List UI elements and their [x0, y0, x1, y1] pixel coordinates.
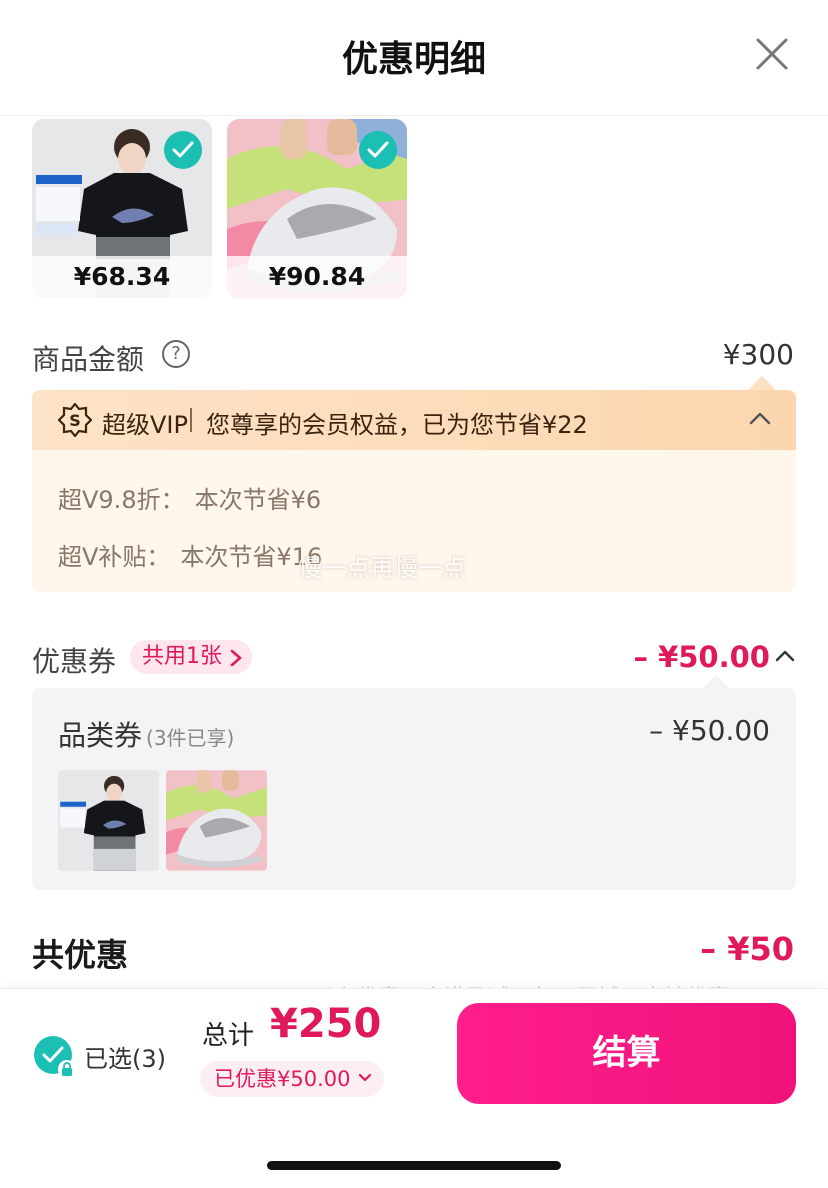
- coupon-count-text: 共用1张: [142, 644, 222, 669]
- coupon-type-title: 品类券: [58, 719, 143, 752]
- grand-total-label: 总计: [202, 1021, 255, 1051]
- product-image-sneaker: [166, 770, 267, 871]
- goods-amount-value: ¥300: [722, 338, 794, 371]
- vip-badge-icon: S: [58, 403, 92, 437]
- vip-discount-line: 超V9.8折： 本次节省¥6: [58, 480, 321, 515]
- checkout-bar: 已选(3) 总计 ¥250 已优惠¥50.00 结算: [0, 988, 828, 1188]
- total-discount-amount: – ¥50: [700, 930, 794, 968]
- vip-subsidy-line: 超V补贴： 本次节省¥16: [58, 537, 322, 572]
- total-discount-label: 共优惠: [32, 936, 129, 974]
- coupon-type-amount: – ¥50.00: [649, 714, 770, 747]
- lock-icon: [58, 1060, 76, 1078]
- coupon-label: 优惠券: [32, 645, 117, 678]
- checkout-button[interactable]: 结算: [457, 1003, 796, 1104]
- vip-pointer: [748, 376, 776, 390]
- discount-summary-pill[interactable]: 已优惠¥50.00: [200, 1061, 385, 1097]
- vip-header[interactable]: S 超级VIP 您尊享的会员权益，已为您节省¥22: [32, 390, 796, 450]
- coupon-amount: – ¥50.00: [633, 640, 770, 674]
- vip-line-label: 超V9.8折：: [58, 486, 185, 514]
- page-title: 优惠明细: [341, 39, 486, 80]
- product-image-tshirt: [58, 770, 159, 871]
- coupon-pointer: [703, 675, 729, 688]
- product-card-sneaker[interactable]: ¥90.84: [227, 119, 407, 298]
- product-price: ¥90.84: [227, 256, 407, 298]
- watermark-text: 慢一点再慢一点: [298, 554, 466, 582]
- selected-count: 已选(3): [84, 1045, 166, 1073]
- coupon-type-subtitle: (3件已享): [146, 726, 235, 750]
- svg-text:S: S: [69, 411, 81, 430]
- coupon-detail-panel: 品类券 (3件已享) – ¥50.00: [32, 688, 796, 890]
- help-icon[interactable]: ?: [162, 340, 190, 368]
- coupon-type: 品类券 (3件已享): [58, 714, 234, 754]
- coupon-count-tag[interactable]: 共用1张: [130, 640, 252, 674]
- vip-line-value: 本次节省¥6: [194, 486, 322, 514]
- select-all-checkbox[interactable]: [34, 1036, 76, 1078]
- product-card-tshirt[interactable]: ¥68.34: [32, 119, 212, 298]
- chevron-down-icon: [359, 1073, 372, 1082]
- vip-message: 您尊享的会员权益，已为您节省¥22: [206, 411, 588, 439]
- chevron-up-icon[interactable]: [774, 648, 796, 664]
- selected-check-icon: [359, 131, 397, 169]
- coupon-product-thumb: [166, 770, 267, 871]
- selected-check-icon: [164, 131, 202, 169]
- coupon-product-thumb: [58, 770, 159, 871]
- vip-name: 超级VIP: [102, 411, 188, 439]
- home-indicator: [267, 1161, 561, 1170]
- chevron-up-icon[interactable]: [748, 410, 772, 426]
- product-price: ¥68.34: [32, 256, 212, 298]
- chevron-right-icon: [230, 649, 242, 667]
- close-icon: [756, 38, 788, 70]
- vip-divider: [190, 408, 192, 432]
- vip-line-label: 超V补贴：: [58, 543, 171, 571]
- sheet-header: 优惠明细: [0, 0, 828, 116]
- goods-amount-label: 商品金额: [32, 343, 145, 376]
- close-button[interactable]: [752, 34, 792, 74]
- grand-total-amount: ¥250: [270, 1001, 382, 1047]
- discount-summary-text: 已优惠¥50.00: [214, 1067, 351, 1091]
